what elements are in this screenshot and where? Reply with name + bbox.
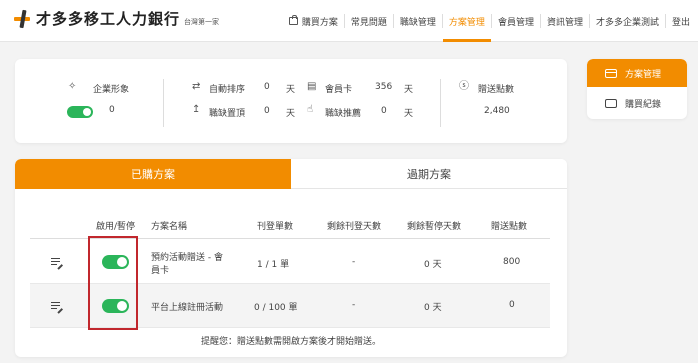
side-item-label: 方案管理 — [625, 69, 662, 80]
pin-top-unit: 天 — [286, 109, 296, 119]
bonus-points: 800 — [503, 257, 521, 267]
corporate-image-toggle[interactable] — [67, 106, 93, 118]
pin-top-value: 0 — [264, 106, 270, 116]
dollar-coin-icon: ⓢ — [459, 81, 469, 92]
col-bonus-points: 贈送點數 — [491, 222, 528, 232]
auto-sort-label: 自動排序 — [209, 85, 246, 95]
plan-name-continued: 員卡 — [151, 266, 170, 276]
bonus-points-label: 贈送點數 — [478, 85, 515, 95]
top-bar: 才多多移工人力銀行 台灣第一家 購買方案 常見問題 職缺管理 方案管理 會員管理… — [0, 0, 698, 42]
col-enable-pause: 啟用/暫停 — [96, 222, 136, 232]
remaining-days: - — [352, 300, 356, 310]
reminder-notice: 提醒您：贈送點數需開啟方案後才開始贈送。 — [200, 337, 381, 347]
nav-logout[interactable]: 登出 — [666, 14, 698, 28]
pointing-hand-icon: ☝ — [307, 104, 314, 115]
brand-tagline: 台灣第一家 — [184, 18, 220, 26]
table-header: 啟用/暫停 方案名稱 刊登單數 剩餘刊登天數 剩餘暫停天數 贈送點數 — [30, 211, 550, 239]
recommend-label: 職缺推薦 — [325, 109, 362, 119]
tab-expired-plans[interactable]: 過期方案 — [291, 159, 567, 189]
brand-name: 才多多移工人力銀行 — [36, 10, 181, 28]
nav-plan-management[interactable]: 方案管理 — [442, 14, 492, 42]
col-posting-count: 刊登單數 — [257, 222, 294, 232]
posting-count: 0 / 100 單 — [254, 303, 298, 313]
shopping-bag-icon — [288, 15, 298, 25]
plan-name: 預約活動贈送 - 會 — [151, 253, 223, 263]
corporate-image-label: 企業形象 — [93, 85, 130, 95]
toggle-highlight-box — [88, 236, 138, 330]
posting-count: 1 / 1 單 — [257, 260, 290, 270]
side-item-purchase-history[interactable]: 購買紀錄 — [587, 89, 687, 117]
credit-card-icon — [605, 68, 617, 78]
paused-days: 0 天 — [424, 303, 442, 313]
id-card-icon: ▤ — [307, 81, 317, 92]
remaining-days: - — [352, 257, 356, 267]
edit-icon[interactable] — [51, 301, 63, 313]
nav-faq[interactable]: 常見問題 — [345, 14, 394, 28]
sort-arrows-icon: ⇄ — [192, 81, 201, 92]
col-paused-days: 剩餘暫停天數 — [407, 222, 462, 232]
main-nav: 購買方案 常見問題 職缺管理 方案管理 會員管理 資訊管理 才多多企業測試 登出 — [283, 0, 698, 42]
side-menu: 方案管理 購買紀錄 — [587, 59, 687, 119]
bonus-points-value: 2,480 — [484, 106, 510, 116]
side-item-plan-management[interactable]: 方案管理 — [587, 59, 687, 87]
tab-purchased-plans[interactable]: 已購方案 — [15, 159, 291, 189]
brand-logo[interactable]: 才多多移工人力銀行 台灣第一家 — [12, 9, 219, 29]
receipt-icon — [605, 98, 617, 108]
paused-days: 0 天 — [424, 260, 442, 270]
stats-divider — [163, 79, 164, 127]
plan-tabs: 已購方案 過期方案 — [15, 159, 567, 189]
member-card-value: 356 — [375, 82, 393, 92]
recommend-value: 0 — [381, 106, 387, 116]
nav-company-account[interactable]: 才多多企業測試 — [590, 14, 666, 28]
plan-name: 平台上線註冊活動 — [151, 303, 224, 313]
bonus-points: 0 — [509, 300, 515, 310]
member-card-unit: 天 — [404, 85, 414, 95]
stats-divider — [440, 79, 441, 127]
pin-top-label: 職缺置頂 — [209, 109, 246, 119]
auto-sort-unit: 天 — [286, 85, 296, 95]
plan-stats-card: ✧ 企業形象 0 ⇄ 自動排序 0 天 ↥ 職缺置頂 0 天 ▤ 會員卡 356… — [15, 59, 567, 143]
member-card-label: 會員卡 — [325, 85, 353, 95]
side-item-label: 購買紀錄 — [625, 99, 662, 110]
sparkle-icon: ✧ — [68, 81, 77, 92]
recommend-unit: 天 — [404, 109, 414, 119]
auto-sort-value: 0 — [264, 82, 270, 92]
col-plan-name: 方案名稱 — [151, 222, 188, 232]
col-remaining-days: 剩餘刊登天數 — [327, 222, 382, 232]
nav-info-management[interactable]: 資訊管理 — [541, 14, 590, 28]
edit-icon[interactable] — [51, 257, 63, 269]
logo-mark-icon — [12, 9, 32, 29]
arrow-up-icon: ↥ — [192, 104, 201, 115]
nav-buy-plan[interactable]: 購買方案 — [283, 14, 345, 28]
nav-label: 購買方案 — [301, 17, 338, 28]
nav-member-management[interactable]: 會員管理 — [492, 14, 541, 28]
corporate-image-value: 0 — [109, 105, 115, 115]
nav-job-management[interactable]: 職缺管理 — [394, 14, 443, 28]
